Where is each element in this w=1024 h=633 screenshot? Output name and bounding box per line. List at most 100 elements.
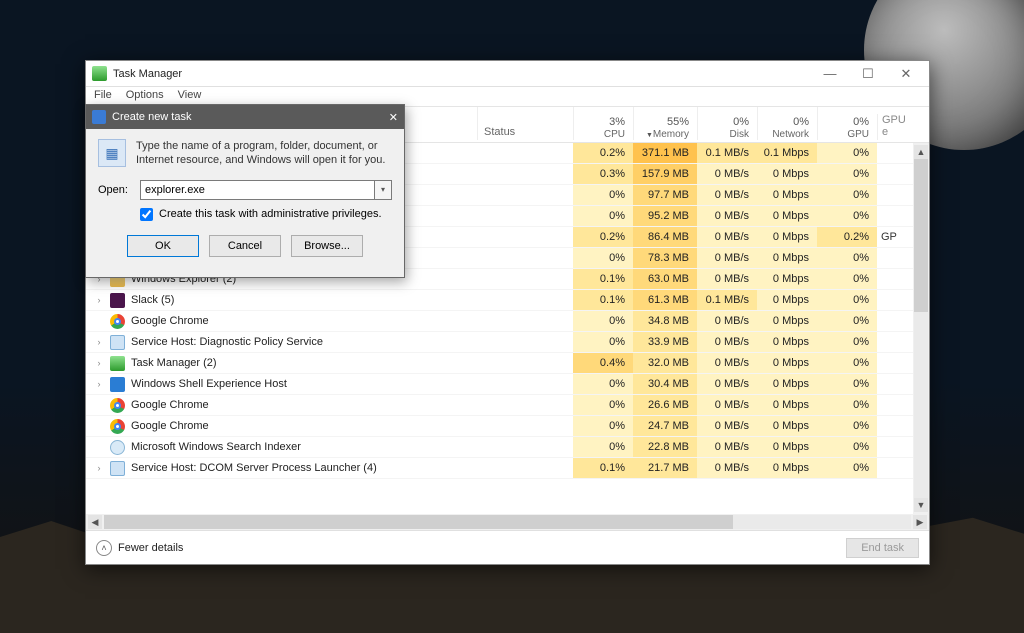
disk-cell: 0 MB/s xyxy=(697,437,757,457)
process-row[interactable]: › Google Chrome 0% 26.6 MB 0 MB/s 0 Mbps… xyxy=(86,395,929,416)
column-memory[interactable]: 55% Memory xyxy=(633,107,697,140)
column-gpu[interactable]: 0% GPU xyxy=(817,107,877,140)
column-cpu[interactable]: 3% CPU xyxy=(573,107,633,140)
scroll-up-icon[interactable]: ▲ xyxy=(914,145,928,159)
network-cell: 0 Mbps xyxy=(757,206,817,226)
column-status[interactable]: Status xyxy=(477,107,573,140)
column-network[interactable]: 0% Network xyxy=(757,107,817,140)
network-cell: 0 Mbps xyxy=(757,164,817,184)
dialog-title: Create new task xyxy=(112,111,191,123)
fewer-details-button[interactable]: ˄ Fewer details xyxy=(96,540,183,556)
browse-button[interactable]: Browse... xyxy=(291,235,363,257)
ok-button[interactable]: OK xyxy=(127,235,199,257)
process-row[interactable]: › Slack (5) 0.1% 61.3 MB 0.1 MB/s 0 Mbps… xyxy=(86,290,929,311)
process-row[interactable]: › Microsoft Windows Search Indexer 0% 22… xyxy=(86,437,929,458)
menu-options[interactable]: Options xyxy=(126,89,164,104)
network-cell: 0 Mbps xyxy=(757,290,817,310)
memory-cell: 30.4 MB xyxy=(633,374,697,394)
network-cell: 0.1 Mbps xyxy=(757,143,817,163)
menu-view[interactable]: View xyxy=(178,89,202,104)
memory-cell: 97.7 MB xyxy=(633,185,697,205)
dialog-titlebar[interactable]: Create new task ✕ xyxy=(86,105,404,129)
gpu-cell: 0.2% xyxy=(817,227,877,247)
process-icon xyxy=(110,335,125,350)
gpu-cell: 0% xyxy=(817,353,877,373)
scroll-left-icon[interactable]: ◀ xyxy=(88,515,102,529)
horizontal-scrollbar[interactable]: ◀ ▶ xyxy=(86,514,929,530)
gpu-cell: 0% xyxy=(817,437,877,457)
gpu-cell: 0% xyxy=(817,332,877,352)
vertical-scrollbar[interactable]: ▲ ▼ xyxy=(913,143,929,514)
expand-chevron-icon[interactable]: › xyxy=(94,337,104,347)
window-minimize-button[interactable]: — xyxy=(817,66,843,82)
process-icon xyxy=(110,293,125,308)
process-row[interactable]: › Service Host: DCOM Server Process Laun… xyxy=(86,458,929,479)
cpu-cell: 0% xyxy=(573,206,633,226)
window-titlebar[interactable]: Task Manager — ☐ ✕ xyxy=(86,61,929,87)
memory-cell: 26.6 MB xyxy=(633,395,697,415)
network-cell: 0 Mbps xyxy=(757,374,817,394)
process-icon xyxy=(110,356,125,371)
open-input[interactable] xyxy=(140,180,374,200)
horizontal-scroll-thumb[interactable] xyxy=(104,515,733,529)
process-icon xyxy=(110,419,125,434)
vertical-scroll-thumb[interactable] xyxy=(914,159,928,312)
cpu-cell: 0% xyxy=(573,185,633,205)
scroll-down-icon[interactable]: ▼ xyxy=(914,498,928,512)
process-name: Service Host: DCOM Server Process Launch… xyxy=(131,462,377,474)
memory-cell: 63.0 MB xyxy=(633,269,697,289)
disk-cell: 0 MB/s xyxy=(697,206,757,226)
disk-cell: 0 MB/s xyxy=(697,185,757,205)
gpu-cell: 0% xyxy=(817,248,877,268)
cpu-cell: 0% xyxy=(573,374,633,394)
column-disk[interactable]: 0% Disk xyxy=(697,107,757,140)
disk-cell: 0 MB/s xyxy=(697,374,757,394)
disk-cell: 0 MB/s xyxy=(697,269,757,289)
window-close-button[interactable]: ✕ xyxy=(893,66,919,82)
process-name: Google Chrome xyxy=(131,399,209,411)
open-combobox[interactable]: ▾ xyxy=(140,180,392,200)
memory-cell: 21.7 MB xyxy=(633,458,697,478)
process-row[interactable]: › Task Manager (2) 0.4% 32.0 MB 0 MB/s 0… xyxy=(86,353,929,374)
admin-privileges-checkbox[interactable] xyxy=(140,208,153,221)
expand-chevron-icon[interactable]: › xyxy=(94,379,104,389)
disk-cell: 0 MB/s xyxy=(697,395,757,415)
expand-chevron-icon[interactable]: › xyxy=(94,463,104,473)
process-row[interactable]: › Google Chrome 0% 24.7 MB 0 MB/s 0 Mbps… xyxy=(86,416,929,437)
network-cell: 0 Mbps xyxy=(757,248,817,268)
process-icon xyxy=(110,377,125,392)
chevron-down-icon[interactable]: ▾ xyxy=(374,180,392,200)
memory-cell: 86.4 MB xyxy=(633,227,697,247)
memory-cell: 33.9 MB xyxy=(633,332,697,352)
network-cell: 0 Mbps xyxy=(757,437,817,457)
chevron-up-icon: ˄ xyxy=(96,540,112,556)
memory-cell: 78.3 MB xyxy=(633,248,697,268)
process-name: Task Manager (2) xyxy=(131,357,217,369)
disk-cell: 0 MB/s xyxy=(697,164,757,184)
expand-chevron-icon[interactable]: › xyxy=(94,358,104,368)
window-maximize-button[interactable]: ☐ xyxy=(855,66,881,82)
process-row[interactable]: › Google Chrome 0% 34.8 MB 0 MB/s 0 Mbps… xyxy=(86,311,929,332)
gpu-cell: 0% xyxy=(817,395,877,415)
cpu-cell: 0% xyxy=(573,332,633,352)
scroll-right-icon[interactable]: ▶ xyxy=(913,515,927,529)
process-name: Google Chrome xyxy=(131,315,209,327)
expand-chevron-icon[interactable]: › xyxy=(94,295,104,305)
process-row[interactable]: › Service Host: Diagnostic Policy Servic… xyxy=(86,332,929,353)
process-row[interactable]: › Windows Shell Experience Host 0% 30.4 … xyxy=(86,374,929,395)
dialog-close-button[interactable]: ✕ xyxy=(389,111,398,124)
end-task-button[interactable]: End task xyxy=(846,538,919,558)
disk-cell: 0.1 MB/s xyxy=(697,290,757,310)
cpu-cell: 0.1% xyxy=(573,290,633,310)
column-gpu-engine[interactable]: GPU e xyxy=(877,114,913,140)
gpu-engine-cell: GP xyxy=(877,231,913,243)
gpu-cell: 0% xyxy=(817,416,877,436)
network-cell: 0 Mbps xyxy=(757,458,817,478)
menu-file[interactable]: File xyxy=(94,89,112,104)
network-cell: 0 Mbps xyxy=(757,416,817,436)
cancel-button[interactable]: Cancel xyxy=(209,235,281,257)
gpu-cell: 0% xyxy=(817,458,877,478)
cpu-cell: 0% xyxy=(573,416,633,436)
process-name: Google Chrome xyxy=(131,420,209,432)
footer-bar: ˄ Fewer details End task xyxy=(86,530,929,564)
